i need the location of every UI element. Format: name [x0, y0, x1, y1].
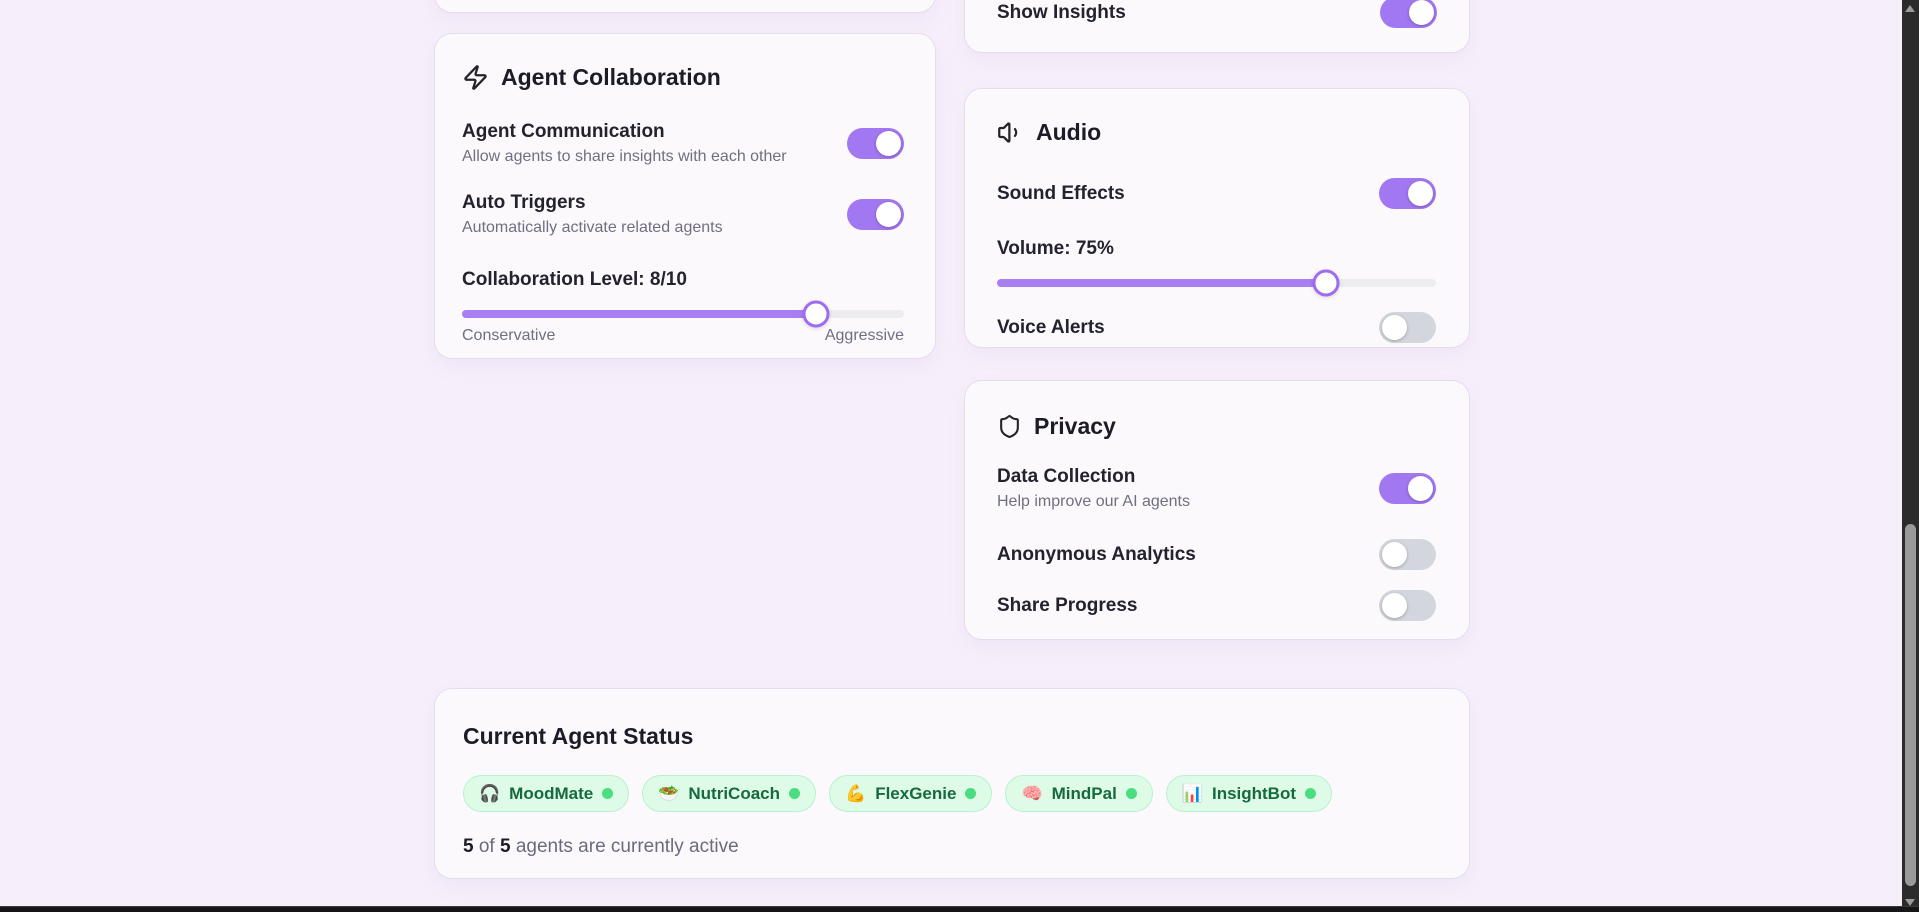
setting-description: Allow agents to share insights with each…	[462, 148, 787, 165]
active-status-dot	[602, 788, 614, 799]
agent-badge-nutricoach[interactable]: 🥗 NutriCoach	[642, 775, 817, 812]
scrollbar-down-arrow-icon[interactable]	[1905, 899, 1915, 906]
setting-label: Agent Communication	[462, 121, 665, 142]
total-count: 5	[500, 836, 511, 857]
collaboration-level-slider[interactable]	[462, 300, 904, 328]
agent-status-card: Current Agent Status 🎧 MoodMate 🥗 NutriC…	[434, 688, 1470, 879]
summary-of: of	[478, 836, 495, 857]
vertical-scrollbar[interactable]	[1902, 0, 1919, 912]
show-insights-toggle[interactable]	[1380, 0, 1437, 28]
show-insights-label: Show Insights	[997, 1, 1126, 23]
settings-content: Show Insights Agent Collaboration Agent …	[434, 0, 1470, 912]
agent-collaboration-title: Agent Collaboration	[462, 64, 904, 91]
headphones-emoji-icon: 🎧	[479, 783, 501, 803]
card-title-text: Audio	[1036, 119, 1102, 145]
muscle-emoji-icon: 💪	[845, 783, 867, 803]
slider-thumb[interactable]	[802, 300, 830, 328]
active-status-dot	[1125, 788, 1137, 799]
card-title-text: Agent Collaboration	[501, 64, 721, 90]
volume-slider[interactable]	[997, 269, 1436, 297]
share-progress-toggle[interactable]	[1379, 590, 1436, 621]
partial-card-top-left	[434, 0, 936, 13]
sound-effects-toggle[interactable]	[1379, 178, 1436, 209]
slider-fill	[997, 279, 1327, 287]
anonymous-analytics-toggle[interactable]	[1379, 539, 1436, 570]
collaboration-level-label: Collaboration Level: 8/10	[462, 269, 687, 290]
bottom-window-edge	[0, 906, 1919, 912]
slider-max-label: Aggressive	[824, 327, 904, 344]
voice-alerts-label: Voice Alerts	[997, 316, 1105, 338]
active-count: 5	[463, 836, 474, 857]
salad-emoji-icon: 🥗	[658, 783, 680, 803]
data-collection-toggle[interactable]	[1379, 473, 1436, 504]
agent-communication-toggle[interactable]	[847, 128, 904, 159]
agent-name: FlexGenie	[875, 783, 957, 803]
bar-chart-emoji-icon: 📊	[1181, 783, 1203, 803]
card-title-text: Privacy	[1034, 413, 1116, 439]
sound-effects-label: Sound Effects	[997, 182, 1125, 204]
setting-label: Auto Triggers	[462, 192, 586, 213]
share-progress-label: Share Progress	[997, 594, 1138, 616]
agent-name: NutriCoach	[688, 783, 781, 803]
insights-card: Show Insights	[964, 0, 1470, 53]
speaker-icon	[998, 122, 1018, 143]
agent-badge-moodmate[interactable]: 🎧 MoodMate	[463, 775, 630, 812]
setting-text: Auto Triggers Automatically activate rel…	[462, 192, 723, 237]
volume-label: Volume: 75%	[997, 238, 1114, 259]
agent-status-title: Current Agent Status	[463, 723, 1437, 750]
active-status-dot	[789, 788, 801, 799]
setting-text: Data Collection Help improve our AI agen…	[997, 466, 1190, 511]
anonymous-analytics-label: Anonymous Analytics	[997, 543, 1196, 565]
setting-description: Automatically activate related agents	[462, 219, 723, 236]
privacy-title: Privacy	[997, 413, 1436, 440]
audio-card: Audio Sound Effects Volume: 75% Voice Al…	[964, 88, 1470, 348]
agent-name: InsightBot	[1211, 783, 1297, 803]
data-collection-description: Help improve our AI agents	[997, 493, 1190, 510]
agent-badge-insightbot[interactable]: 📊 InsightBot	[1165, 775, 1333, 812]
privacy-card: Privacy Data Collection Help improve our…	[964, 380, 1470, 640]
scrollbar-up-arrow-icon[interactable]	[1905, 5, 1915, 12]
active-status-dot	[1305, 788, 1317, 799]
agent-name: MoodMate	[509, 783, 594, 803]
auto-triggers-toggle[interactable]	[847, 199, 904, 230]
slider-fill	[462, 310, 816, 318]
voice-alerts-toggle[interactable]	[1379, 312, 1436, 343]
audio-title: Audio	[997, 119, 1436, 146]
agent-collaboration-card: Agent Collaboration Agent Communication …	[434, 33, 936, 359]
card-title-text: Current Agent Status	[463, 723, 694, 749]
shield-icon	[1000, 415, 1019, 438]
agent-status-summary: 5 of 5 agents are currently active	[463, 836, 1437, 858]
summary-text: agents are currently active	[515, 836, 739, 857]
agent-badge-mindpal[interactable]: 🧠 MindPal	[1005, 775, 1153, 812]
active-status-dot	[965, 788, 977, 799]
setting-text: Agent Communication Allow agents to shar…	[462, 121, 787, 166]
brain-emoji-icon: 🧠	[1021, 783, 1043, 803]
slider-thumb[interactable]	[1312, 269, 1340, 297]
zap-icon	[464, 65, 487, 90]
slider-min-label: Conservative	[462, 327, 556, 344]
data-collection-label: Data Collection	[997, 466, 1136, 487]
agent-name: MindPal	[1051, 783, 1117, 803]
scrollbar-thumb[interactable]	[1905, 524, 1916, 886]
agent-badge-flexgenie[interactable]: 💪 FlexGenie	[829, 775, 993, 812]
